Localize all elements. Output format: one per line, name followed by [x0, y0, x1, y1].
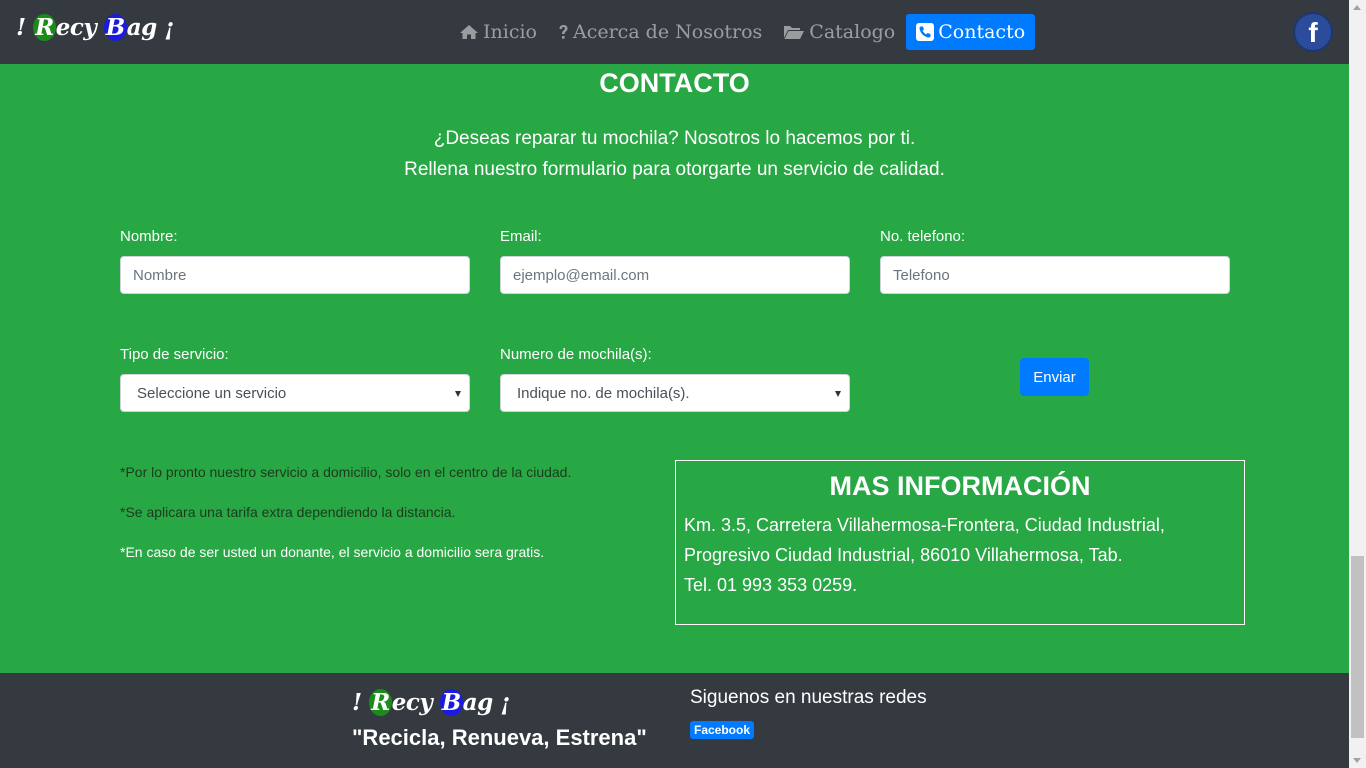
- folder-open-icon: [784, 26, 805, 39]
- slogan: "Recicla, Renueva, Estrena": [352, 725, 647, 750]
- nav-label: Inicio: [483, 21, 537, 43]
- nav-item-contacto[interactable]: Contacto: [906, 14, 1036, 50]
- name-label: Nombre:: [120, 228, 178, 245]
- brand-text-1: ecy: [55, 14, 104, 41]
- nav-item-catalogo[interactable]: Catalogo: [773, 14, 905, 50]
- nav-item-acerca[interactable]: Acerca de Nosotros: [548, 14, 772, 50]
- note-2: *Se aplicara una tarifa extra dependiend…: [120, 504, 456, 520]
- note-3: *En caso de ser usted un donante, el ser…: [120, 544, 545, 560]
- intro-line-2: Rellena nuestro formulario para otorgart…: [404, 159, 945, 180]
- brand-logo[interactable]: ! Recy Bag ¡: [16, 14, 174, 41]
- address-line-2: Progresivo Ciudad Industrial, 86010 Vill…: [684, 545, 1123, 565]
- brand-letter-b: B: [439, 689, 463, 716]
- brand-open: !: [352, 689, 362, 716]
- backpack-count-select[interactable]: Indique no. de mochila(s).: [500, 374, 850, 412]
- navbar: ! Recy Bag ¡ Inicio Acerca de Nosotros C…: [0, 0, 1349, 64]
- brand-text-2: ag: [462, 689, 494, 716]
- count-label: Numero de mochila(s):: [500, 346, 652, 363]
- email-label: Email:: [500, 228, 542, 245]
- brand-text-2: ag: [126, 14, 158, 41]
- service-label: Tipo de servicio:: [120, 346, 229, 363]
- note-1: *Por lo pronto nuestro servicio a domici…: [120, 464, 572, 480]
- brand-text-1: ecy: [391, 689, 440, 716]
- nav-label: Acerca de Nosotros: [572, 21, 763, 43]
- phone-label: No. telefono:: [880, 228, 966, 245]
- phone-line: Tel. 01 993 353 0259.: [684, 575, 858, 595]
- main-nav: Inicio Acerca de Nosotros Catalogo Conta…: [449, 14, 1036, 50]
- submit-button[interactable]: Enviar: [1020, 358, 1089, 396]
- page-title: CONTACTO: [599, 68, 750, 98]
- question-icon: [559, 24, 568, 39]
- intro-line-1: ¿Deseas reparar tu mochila? Nosotros lo …: [433, 128, 916, 149]
- scrollbar-thumb[interactable]: [1351, 556, 1364, 738]
- phone-input[interactable]: [880, 256, 1230, 294]
- nav-label: Contacto: [938, 21, 1026, 43]
- nav-item-inicio[interactable]: Inicio: [449, 14, 547, 50]
- brand-open: !: [16, 14, 26, 41]
- home-icon: [460, 25, 478, 39]
- caret-down-icon: [835, 391, 841, 397]
- scrollbar[interactable]: [1349, 0, 1366, 768]
- follow-text: Siguenos en nuestras redes: [690, 687, 927, 708]
- service-selected: Seleccione un servicio: [137, 385, 287, 402]
- nav-label: Catalogo: [809, 21, 896, 43]
- service-select[interactable]: Seleccione un servicio: [120, 374, 470, 412]
- scroll-down-arrow-icon[interactable]: [1353, 758, 1361, 763]
- brand-close: ¡: [500, 689, 510, 716]
- brand-letter-r: R: [369, 689, 392, 716]
- email-input[interactable]: [500, 256, 850, 294]
- brand-close: ¡: [164, 14, 174, 41]
- more-info-box: MAS INFORMACIÓN Km. 3.5, Carretera Villa…: [675, 460, 1245, 625]
- facebook-badge[interactable]: Facebook: [690, 721, 755, 739]
- brand-letter-b: B: [103, 14, 127, 41]
- scroll-up-arrow-icon[interactable]: [1353, 5, 1361, 10]
- address-line-1: Km. 3.5, Carretera Villahermosa-Frontera…: [684, 515, 1165, 535]
- footer: ! Recy Bag ¡ "Recicla, Renueva, Estrena"…: [0, 673, 1349, 768]
- footer-brand-logo: ! Recy Bag ¡: [352, 689, 510, 716]
- count-selected: Indique no. de mochila(s).: [517, 385, 690, 402]
- facebook-icon[interactable]: f: [1293, 12, 1333, 52]
- brand-letter-r: R: [33, 14, 56, 41]
- phone-icon: [916, 23, 935, 41]
- name-input[interactable]: [120, 256, 470, 294]
- more-info-title: MAS INFORMACIÓN: [829, 471, 1091, 501]
- caret-down-icon: [455, 391, 461, 397]
